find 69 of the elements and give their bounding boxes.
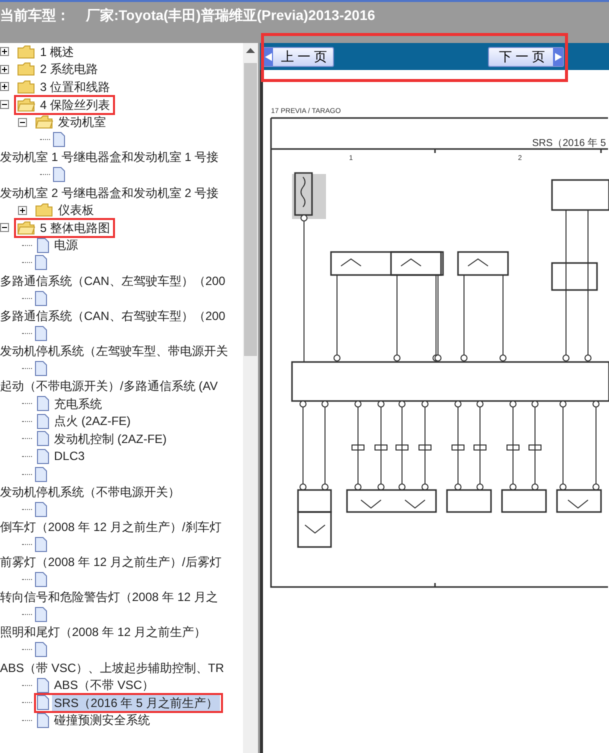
tree-item[interactable]: 多路通信系统（CAN、右驾驶车型）（200 <box>0 308 228 324</box>
tree-item[interactable]: 3 位置和线路 <box>38 78 112 95</box>
tree-item[interactable]: ABS（不带 VSC） <box>52 677 156 694</box>
document-icon <box>35 607 47 622</box>
tree-item[interactable]: 照明和尾灯（2008 年 12 月之前生产） <box>0 624 208 640</box>
tree-item[interactable]: 发动机室 1 号继电器盒和发动机室 1 号接 <box>0 149 221 166</box>
tree-item[interactable]: 1 概述 <box>38 44 76 60</box>
previous-page-button[interactable]: 上 一 页 <box>262 46 334 66</box>
tree-item[interactable]: 点火 (2AZ-FE) <box>52 413 133 430</box>
folder-icon <box>35 115 53 130</box>
tree-item[interactable]: 仪表板 <box>56 202 96 218</box>
document-icon <box>35 642 47 658</box>
vehicle-label: 当前车型： <box>0 6 70 25</box>
tree-item[interactable]: 碰撞预测安全系统 <box>52 712 152 728</box>
expand-icon[interactable] <box>0 47 9 56</box>
document-icon <box>37 396 49 412</box>
tree-item[interactable]: 发动机室 2 号继电器盒和发动机室 2 号接 <box>0 184 221 201</box>
tree-item[interactable]: 起动（不带电源开关）/多路通信系统 (AV <box>0 378 220 394</box>
tree-item[interactable]: ABS（带 VSC）、上坡起步辅助控制、TR <box>0 660 226 676</box>
tree-item[interactable]: 发动机室 <box>56 114 108 130</box>
folder-icon <box>17 44 35 59</box>
document-icon <box>35 466 47 482</box>
tree-item[interactable]: 电源 <box>52 237 80 254</box>
tree-item[interactable]: DLC3 <box>52 448 87 464</box>
tree-item[interactable]: 前雾灯（2008 年 12 月之前生产）/后雾灯 <box>0 554 224 570</box>
tree-item[interactable]: 转向信号和危险警告灯（2008 年 12 月之 <box>0 589 220 606</box>
document-icon <box>37 448 49 464</box>
next-page-button[interactable]: 下 一 页 <box>488 46 564 66</box>
tree-item[interactable]: 发动机控制 (2AZ-FE) <box>52 430 169 447</box>
tree-item[interactable]: SRS（2016 年 5 月之前生产） <box>52 694 220 711</box>
document-icon <box>35 502 47 517</box>
folder-icon <box>17 220 35 235</box>
document-icon <box>37 414 49 429</box>
document-icon <box>35 360 47 376</box>
document-icon <box>37 431 49 446</box>
document-icon <box>37 238 49 253</box>
tree-item[interactable]: 发动机停机系统（不带电源开关） <box>0 484 182 500</box>
tree-item[interactable]: 倒车灯（2008 年 12 月之前生产）/刹车灯 <box>0 518 224 535</box>
tree-item[interactable]: 充电系统 <box>52 396 104 412</box>
document-icon <box>53 167 65 182</box>
tree-item[interactable]: 多路通信系统（CAN、左驾驶车型）（200 <box>0 272 228 289</box>
collapse-icon[interactable] <box>18 118 27 127</box>
document-icon <box>53 132 65 148</box>
tree-item[interactable]: 发动机停机系统（左驾驶车型、带电源开关 <box>0 342 230 359</box>
collapse-icon[interactable] <box>0 100 9 110</box>
expand-icon[interactable] <box>0 64 9 74</box>
tree-item[interactable]: 4 保险丝列表 <box>38 96 112 113</box>
document-icon <box>35 290 47 306</box>
vehicle-name: 厂家:Toyota(丰田)普瑞维亚(Previa)2013-2016 <box>86 6 376 25</box>
collapse-icon[interactable] <box>0 223 9 232</box>
tree-item[interactable]: 5 整体电路图 <box>38 220 112 236</box>
document-icon <box>35 326 47 341</box>
document-icon <box>37 695 49 710</box>
expand-icon[interactable] <box>0 82 9 92</box>
document-icon <box>35 536 47 552</box>
document-icon <box>35 572 47 588</box>
scrollbar[interactable] <box>243 43 258 753</box>
folder-icon <box>17 62 35 76</box>
folder-icon <box>35 203 53 218</box>
document-icon <box>35 255 47 270</box>
scrollbar-thumb[interactable] <box>244 63 257 356</box>
scroll-up-icon[interactable] <box>246 48 255 54</box>
folder-icon <box>17 80 35 94</box>
document-icon <box>37 712 49 728</box>
tree-item[interactable]: 2 系统电路 <box>38 61 100 78</box>
document-icon <box>37 678 49 693</box>
diagram-title: SRS（2016 年 5 <box>532 138 606 149</box>
folder-icon <box>17 98 35 112</box>
expand-icon[interactable] <box>18 206 27 215</box>
